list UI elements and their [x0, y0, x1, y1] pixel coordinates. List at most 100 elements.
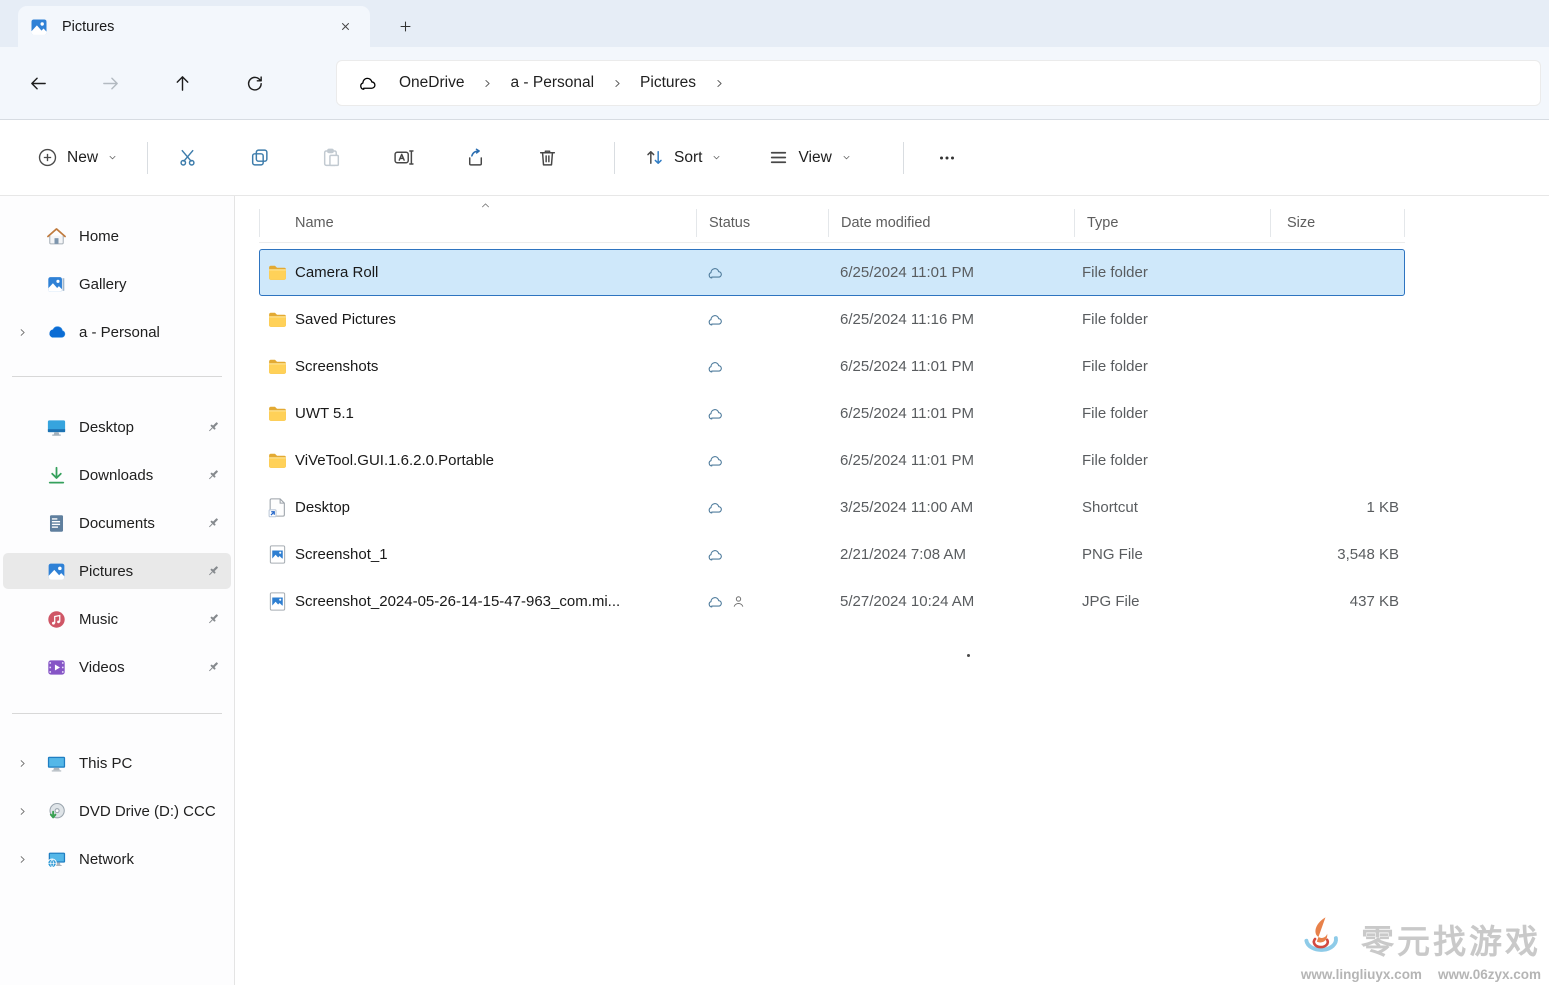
folder-icon: [267, 356, 288, 377]
file-type: PNG File: [1074, 546, 1270, 563]
chevron-right-icon: [481, 77, 494, 90]
file-type: Shortcut: [1074, 499, 1270, 516]
file-size: 437 KB: [1270, 593, 1405, 610]
file-row[interactable]: Screenshot_2024-05-26-14-15-47-963_com.m…: [259, 578, 1405, 625]
expand-chevron[interactable]: [16, 805, 46, 818]
file-row[interactable]: Screenshot_1 2/21/2024 7:08 AM PNG File …: [259, 531, 1405, 578]
sidebar-divider: [12, 376, 222, 377]
column-header-size[interactable]: Size: [1270, 209, 1405, 237]
back-button[interactable]: [20, 65, 56, 101]
breadcrumb-chevron[interactable]: [706, 70, 732, 96]
folder-icon: [267, 262, 288, 283]
delete-button[interactable]: [525, 138, 569, 178]
file-date-modified: 3/25/2024 11:00 AM: [828, 499, 1074, 516]
file-name: Screenshot_2024-05-26-14-15-47-963_com.m…: [295, 593, 620, 610]
breadcrumb-chevron[interactable]: [604, 70, 630, 96]
plus-circle-icon: [37, 147, 58, 168]
breadcrumb-pictures[interactable]: Pictures: [630, 68, 706, 98]
cut-button[interactable]: [165, 138, 209, 178]
sidebar-item-documents[interactable]: Documents: [3, 505, 231, 541]
sidebar-item-home[interactable]: Home: [3, 218, 231, 254]
watermark-logo-icon: [1291, 913, 1353, 965]
file-row[interactable]: Screenshots 6/25/2024 11:01 PM File fold…: [259, 343, 1405, 390]
rename-button[interactable]: [381, 138, 425, 178]
expand-chevron[interactable]: [16, 326, 46, 339]
file-row[interactable]: UWT 5.1 6/25/2024 11:01 PM File folder: [259, 390, 1405, 437]
new-button-label: New: [67, 149, 98, 167]
up-button[interactable]: [164, 65, 200, 101]
onedrive-icon: [46, 322, 67, 343]
file-status: [696, 499, 828, 517]
pin-icon: [205, 563, 222, 580]
more-options-button[interactable]: [925, 138, 969, 178]
chevron-right-icon: [611, 77, 624, 90]
cloud-status-icon: [706, 311, 724, 329]
refresh-button[interactable]: [236, 65, 272, 101]
watermark-url-right: www.06zyx.com: [1438, 967, 1541, 982]
chevron-right-icon: [16, 805, 29, 818]
sidebar-item-videos[interactable]: Videos: [3, 649, 231, 685]
chevron-down-icon: [107, 152, 118, 163]
file-date-modified: 6/25/2024 11:01 PM: [828, 264, 1074, 281]
column-header-type[interactable]: Type: [1074, 209, 1270, 237]
file-name: Screenshots: [295, 358, 378, 375]
cloud-status-icon: [706, 499, 724, 517]
arrow-right-icon: [101, 74, 120, 93]
sidebar-item-label: Home: [79, 228, 119, 245]
pin-icon: [205, 659, 222, 676]
column-header-date-modified[interactable]: Date modified: [828, 209, 1074, 237]
arrow-left-icon: [29, 74, 48, 93]
file-list-pane: Name Status Date modified Type Size Came…: [235, 196, 1549, 985]
breadcrumb-onedrive[interactable]: OneDrive: [389, 68, 474, 98]
file-date-modified: 6/25/2024 11:16 PM: [828, 311, 1074, 328]
file-status: [696, 593, 828, 611]
sidebar-item-network[interactable]: Network: [3, 841, 231, 877]
new-tab-button[interactable]: [390, 11, 420, 41]
share-button[interactable]: [453, 138, 497, 178]
expand-chevron[interactable]: [16, 853, 46, 866]
column-header-name[interactable]: Name: [259, 209, 696, 237]
sort-button[interactable]: Sort: [632, 138, 734, 177]
sidebar-item-label: a - Personal: [79, 324, 160, 341]
file-row[interactable]: ViVeTool.GUI.1.6.2.0.Portable 6/25/2024 …: [259, 437, 1405, 484]
sidebar-item-gallery[interactable]: Gallery: [3, 266, 231, 302]
tab-pictures[interactable]: Pictures: [18, 6, 370, 47]
address-bar[interactable]: OneDrive a - Personal Pictures: [336, 60, 1541, 106]
breadcrumb-a-personal[interactable]: a - Personal: [500, 68, 604, 98]
image-icon: [267, 591, 288, 612]
sidebar-item-pictures[interactable]: Pictures: [3, 553, 231, 589]
expand-chevron[interactable]: [16, 757, 46, 770]
view-button-label: View: [798, 149, 831, 167]
sidebar-item-this-pc[interactable]: This PC: [3, 745, 231, 781]
file-row[interactable]: Camera Roll 6/25/2024 11:01 PM File fold…: [259, 249, 1405, 296]
new-button[interactable]: New: [25, 138, 130, 177]
column-header-status[interactable]: Status: [696, 209, 828, 237]
tab-title: Pictures: [62, 19, 332, 35]
file-date-modified: 5/27/2024 10:24 AM: [828, 593, 1074, 610]
sidebar-item-label: Desktop: [79, 419, 134, 436]
forward-button[interactable]: [92, 65, 128, 101]
paste-button[interactable]: [309, 138, 353, 178]
sidebar-item-music[interactable]: Music: [3, 601, 231, 637]
file-row[interactable]: Desktop 3/25/2024 11:00 AM Shortcut 1 KB: [259, 484, 1405, 531]
file-row[interactable]: Saved Pictures 6/25/2024 11:16 PM File f…: [259, 296, 1405, 343]
sidebar-item-onedrive-personal[interactable]: a - Personal: [3, 314, 231, 350]
copy-button[interactable]: [237, 138, 281, 178]
pin-icon: [205, 515, 222, 532]
file-name: UWT 5.1: [295, 405, 354, 422]
chevron-right-icon: [16, 853, 29, 866]
file-type: File folder: [1074, 452, 1270, 469]
sidebar-item-downloads[interactable]: Downloads: [3, 457, 231, 493]
chevron-right-icon: [16, 326, 29, 339]
command-toolbar: New: [0, 120, 1549, 196]
navigation-bar: OneDrive a - Personal Pictures: [0, 47, 1549, 120]
sidebar-item-dvd-drive[interactable]: DVD Drive (D:) CCC: [3, 793, 231, 829]
close-tab-button[interactable]: [332, 14, 358, 40]
watermark-title: 零元找游戏: [1361, 915, 1541, 963]
breadcrumb-chevron[interactable]: [474, 70, 500, 96]
pictures-icon: [46, 561, 67, 582]
sidebar-item-label: Documents: [79, 515, 155, 532]
view-button[interactable]: View: [756, 138, 863, 177]
file-type: File folder: [1074, 358, 1270, 375]
sidebar-item-desktop[interactable]: Desktop: [3, 409, 231, 445]
